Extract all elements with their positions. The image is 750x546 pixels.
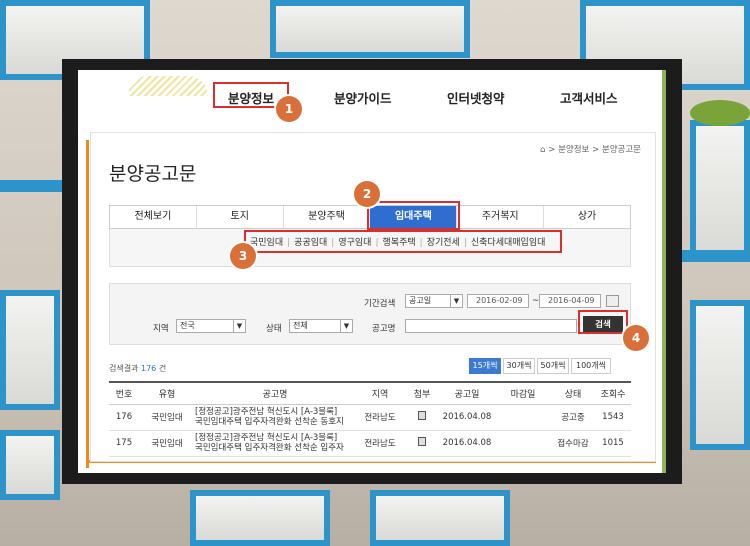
per-page-100[interactable]: 100개씩 xyxy=(571,358,611,374)
cell-type: 국민임대 xyxy=(139,430,195,457)
chevron-down-icon: ▼ xyxy=(233,320,245,332)
search-form: 기간검색 공고일 ▼ 2016-02-09 ~ 2016-04-09 지역 전국 ▼… xyxy=(109,283,631,345)
file-icon[interactable] xyxy=(418,437,426,446)
logo-decoration xyxy=(128,76,208,96)
cell-title[interactable]: [정정공고]광주전남 혁신도시 [A-3블록] 국민임대주택 입주자격완화 선착순… xyxy=(195,430,355,457)
column-header: 지역 xyxy=(355,381,405,405)
result-count-value: 176 xyxy=(141,364,157,373)
cell-region: 전라남도 xyxy=(355,404,405,431)
column-header: 유형 xyxy=(139,381,195,405)
building-window xyxy=(0,430,60,500)
building-window xyxy=(0,290,60,410)
nav-item-internet-subscription[interactable]: 인터넷청약 xyxy=(447,88,505,107)
page-edge-decoration xyxy=(86,140,89,468)
column-header: 번호 xyxy=(109,381,139,405)
period-label: 기간검색 xyxy=(364,299,396,309)
cell-title[interactable]: [정정공고]광주전남 혁신도시 [A-3블록] 국민임대주택 입주자격완화 선착순… xyxy=(195,404,355,431)
tab-housing-welfare[interactable]: 주거복지 xyxy=(457,206,545,228)
per-page-15[interactable]: 15개씩 xyxy=(469,358,501,374)
file-icon[interactable] xyxy=(418,411,426,420)
column-header: 첨부 xyxy=(405,381,439,405)
breadcrumb-separator: > xyxy=(548,145,556,155)
cell-attachment[interactable] xyxy=(405,404,439,431)
calendar-icon[interactable] xyxy=(606,295,619,307)
building-ledge xyxy=(0,180,70,192)
page-edge-decoration xyxy=(662,70,666,473)
highlight-box-subcategory xyxy=(244,230,562,253)
cell-status: 공고중 xyxy=(551,404,595,431)
status-select[interactable]: 전체 ▼ xyxy=(289,319,353,333)
column-header: 공고일 xyxy=(439,381,495,405)
highlight-box-tab xyxy=(367,201,460,230)
plant xyxy=(690,100,750,126)
cell-date: 2016.04.08 xyxy=(439,430,495,457)
building-ledge xyxy=(682,250,750,262)
table-row[interactable]: 175 국민임대 [정정공고]광주전남 혁신도시 [A-3블록] 국민임대주택 입… xyxy=(109,430,631,457)
nav-item-customer-service[interactable]: 고객서비스 xyxy=(560,88,618,107)
cell-views: 1015 xyxy=(595,430,631,457)
breadcrumb: ⌂ > 분양정보 > 분양공고문 xyxy=(540,143,641,155)
cell-region: 전라남도 xyxy=(355,430,405,457)
notice-name-label: 공고명 xyxy=(372,324,396,334)
date-from-input[interactable]: 2016-02-09 xyxy=(467,294,529,308)
building-window xyxy=(690,120,750,260)
cell-type: 국민임대 xyxy=(139,404,195,431)
step-badge-1: 1 xyxy=(276,96,302,122)
region-label: 지역 xyxy=(153,324,169,334)
title-line[interactable]: 국민임대주택 입주자격완화 선착순 입주자 xyxy=(195,443,344,453)
cell-deadline xyxy=(495,404,551,431)
highlight-box-search xyxy=(578,310,628,334)
column-header: 마감일 xyxy=(495,381,551,405)
cell-number: 176 xyxy=(109,404,139,431)
cell-date: 2016.04.08 xyxy=(439,404,495,431)
home-icon[interactable]: ⌂ xyxy=(540,145,545,155)
date-to-input[interactable]: 2016-04-09 xyxy=(539,294,601,308)
building-window xyxy=(270,0,470,58)
step-badge-4: 4 xyxy=(623,325,649,351)
web-page: 분양정보 분양가이드 인터넷청약 고객서비스 ⌂ > 분양정보 > 분양공고문 … xyxy=(78,70,666,473)
title-line[interactable]: 국민임대주택 입주자격완화 선착순 동호지 xyxy=(195,417,344,427)
top-navigation: 분양정보 분양가이드 인터넷청약 고객서비스 xyxy=(78,70,666,122)
building-window xyxy=(370,490,510,546)
cell-attachment[interactable] xyxy=(405,430,439,457)
nav-item-sale-guide[interactable]: 분양가이드 xyxy=(334,88,392,107)
tab-sale-housing[interactable]: 분양주택 xyxy=(284,206,371,228)
column-header: 조회수 xyxy=(595,381,631,405)
step-badge-3: 3 xyxy=(230,243,256,269)
per-page-50[interactable]: 50개씩 xyxy=(537,358,569,374)
table-row[interactable]: 176 국민임대 [정정공고]광주전남 혁신도시 [A-3블록] 국민임대주택 입… xyxy=(109,404,631,431)
breadcrumb-item[interactable]: 분양정보 xyxy=(558,145,589,155)
notice-name-input[interactable] xyxy=(405,319,577,333)
building-window xyxy=(190,490,330,546)
status-label: 상태 xyxy=(266,324,282,334)
notice-table: 번호 유형 공고명 지역 첨부 공고일 마감일 상태 조회수 176 국민임대 … xyxy=(109,381,631,457)
page-title: 분양공고문 xyxy=(109,163,197,185)
per-page-30[interactable]: 30개씩 xyxy=(503,358,535,374)
column-header: 공고명 xyxy=(195,381,355,405)
title-line[interactable]: [정정공고]광주전남 혁신도시 [A-3블록] xyxy=(195,433,337,443)
breadcrumb-item[interactable]: 분양공고문 xyxy=(602,145,641,155)
tab-land[interactable]: 토지 xyxy=(197,206,284,228)
breadcrumb-separator: > xyxy=(592,145,600,155)
title-line[interactable]: [정정공고]광주전남 혁신도시 [A-3블록] xyxy=(195,407,337,417)
tab-commercial[interactable]: 상가 xyxy=(544,206,630,228)
cell-deadline xyxy=(495,430,551,457)
chevron-down-icon: ▼ xyxy=(340,320,352,332)
step-badge-2: 2 xyxy=(354,181,380,207)
chevron-down-icon: ▼ xyxy=(450,295,462,307)
cell-status: 접수마감 xyxy=(551,430,595,457)
cell-views: 1543 xyxy=(595,404,631,431)
building-window xyxy=(690,300,750,450)
period-type-select[interactable]: 공고일 ▼ xyxy=(405,294,463,308)
region-select[interactable]: 전국 ▼ xyxy=(176,319,246,333)
result-count: 검색결과 176 건 xyxy=(109,364,167,373)
cell-number: 175 xyxy=(109,430,139,457)
tab-all[interactable]: 전체보기 xyxy=(110,206,197,228)
table-header: 번호 유형 공고명 지역 첨부 공고일 마감일 상태 조회수 xyxy=(109,381,631,405)
column-header: 상태 xyxy=(551,381,595,405)
